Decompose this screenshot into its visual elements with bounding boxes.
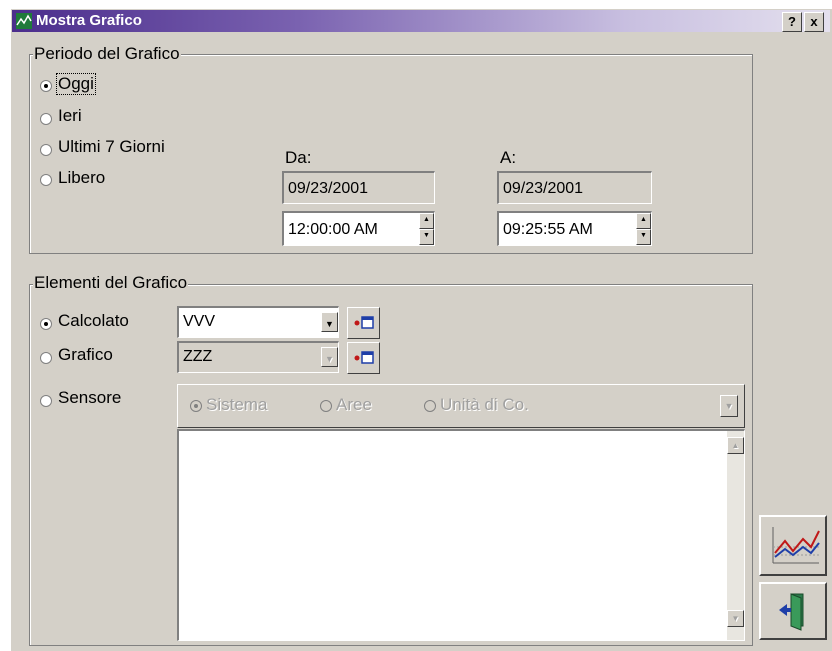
from-time-field[interactable]: 12:00:00 AM ▲ ▼ xyxy=(282,211,435,246)
close-button[interactable]: x xyxy=(804,12,824,32)
exit-button[interactable] xyxy=(759,582,827,640)
chart-app-icon xyxy=(16,13,32,29)
radio-ieri[interactable] xyxy=(40,113,52,125)
period-legend: Periodo del Grafico xyxy=(33,44,181,64)
title-bar: Mostra Grafico ? x xyxy=(12,10,830,32)
spin-up-icon[interactable]: ▲ xyxy=(636,213,651,229)
radio-ultimi-7-giorni-label[interactable]: Ultimi 7 Giorni xyxy=(58,137,165,157)
radio-unita[interactable] xyxy=(424,400,436,412)
add-item-icon xyxy=(354,316,374,329)
close-icon: x xyxy=(810,14,818,29)
help-icon: ? xyxy=(788,14,796,29)
from-date-field[interactable]: 09/23/2001 xyxy=(282,171,435,204)
radio-ieri-label[interactable]: Ieri xyxy=(58,106,82,126)
from-label: Da: xyxy=(285,148,312,167)
radio-grafico[interactable] xyxy=(40,352,52,364)
scroll-up-icon[interactable]: ▲ xyxy=(727,437,744,454)
radio-sistema[interactable] xyxy=(190,400,202,412)
scroll-down-icon[interactable]: ▼ xyxy=(727,610,744,627)
chevron-down-icon[interactable]: ▼ xyxy=(720,395,738,417)
radio-sistema-label[interactable]: Sistema xyxy=(206,395,267,415)
radio-aree[interactable] xyxy=(320,400,332,412)
elements-legend: Elementi del Grafico xyxy=(33,273,189,293)
radio-libero-label[interactable]: Libero xyxy=(58,168,105,188)
calcolato-select[interactable]: VVV ▼ xyxy=(177,306,339,338)
radio-aree-label[interactable]: Aree xyxy=(336,395,372,415)
exit-door-icon xyxy=(779,593,804,631)
to-label: A: xyxy=(500,148,517,167)
from-date-value: 09/23/2001 xyxy=(288,180,369,197)
radio-unita-label[interactable]: Unità di Co. xyxy=(440,395,529,415)
radio-oggi[interactable] xyxy=(40,80,52,92)
grafico-select-value: ZZZ xyxy=(183,348,213,365)
add-grafico-button[interactable] xyxy=(347,342,380,374)
radio-calcolato-label[interactable]: Calcolato xyxy=(58,311,129,331)
sensor-type-panel: Sistema Aree Unità di Co. ▼ xyxy=(177,384,745,428)
from-time-spinner[interactable]: ▲ ▼ xyxy=(419,213,434,245)
to-time-field[interactable]: 09:25:55 AM ▲ ▼ xyxy=(497,211,652,246)
add-calcolato-button[interactable] xyxy=(347,307,380,339)
to-date-field[interactable]: 09/23/2001 xyxy=(497,171,652,204)
radio-sensore-label[interactable]: Sensore xyxy=(58,388,121,408)
to-date-value: 09/23/2001 xyxy=(503,180,584,197)
window-title: Mostra Grafico xyxy=(36,12,142,29)
line-chart-icon xyxy=(772,527,820,564)
spin-up-icon[interactable]: ▲ xyxy=(419,213,434,229)
radio-oggi-label[interactable]: Oggi xyxy=(56,73,96,95)
radio-grafico-label[interactable]: Grafico xyxy=(58,345,113,365)
radio-sensore[interactable] xyxy=(40,395,52,407)
radio-libero[interactable] xyxy=(40,174,52,186)
spin-down-icon[interactable]: ▼ xyxy=(419,229,434,245)
add-item-icon xyxy=(354,351,374,364)
from-time-value: 12:00:00 AM xyxy=(288,221,378,238)
spin-down-icon[interactable]: ▼ xyxy=(636,229,651,245)
to-time-value: 09:25:55 AM xyxy=(503,221,593,238)
grafico-select[interactable]: ZZZ ▼ xyxy=(177,341,339,373)
calcolato-select-value: VVV xyxy=(183,313,216,330)
chevron-down-icon[interactable]: ▼ xyxy=(321,347,338,367)
vertical-scrollbar[interactable]: ▲ ▼ xyxy=(727,431,744,640)
chevron-down-icon[interactable]: ▼ xyxy=(321,312,338,332)
show-chart-button[interactable] xyxy=(759,515,827,576)
radio-calcolato[interactable] xyxy=(40,318,52,330)
sensor-list[interactable]: ▲ ▼ xyxy=(177,429,745,641)
help-button[interactable]: ? xyxy=(782,12,802,32)
radio-ultimi-7-giorni[interactable] xyxy=(40,144,52,156)
to-time-spinner[interactable]: ▲ ▼ xyxy=(636,213,651,245)
